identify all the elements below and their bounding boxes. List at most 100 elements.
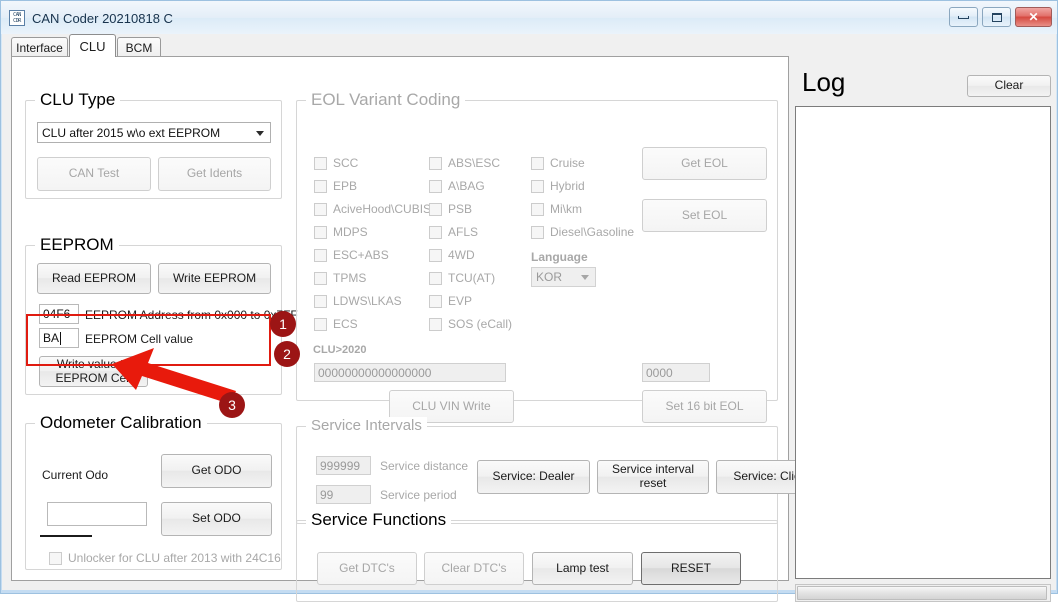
eeprom-cell-value: BA [43,331,60,345]
clu-type-title: CLU Type [35,90,121,110]
clu-type-group: CLU Type CLU after 2015 w\o ext EEPROM C… [25,90,282,199]
tab-clu[interactable]: CLU [69,34,116,57]
clu-type-value: CLU after 2015 w\o ext EEPROM [42,125,221,140]
minimize-button[interactable] [949,7,978,27]
checkbox-ldws-lkas[interactable]: LDWS\LKAS [314,294,402,308]
eeprom-cell-input[interactable]: BA [39,328,79,348]
get-odo-button[interactable]: Get ODO [161,454,272,488]
checkbox-mdps-label: MDPS [333,225,368,239]
checkbox-afls[interactable]: AFLS [429,225,478,239]
log-clear-button[interactable]: Clear [967,75,1051,97]
checkbox-abs-esc[interactable]: ABS\ESC [429,156,500,170]
get-odo-label: Get ODO [191,463,242,478]
checkbox-esc-abs[interactable]: ESC+ABS [314,248,389,262]
get-idents-button[interactable]: Get Idents [158,157,271,191]
vin-value: 00000000000000000 [318,365,432,380]
annotation-badge-3-label: 3 [228,397,236,413]
can-test-label: CAN Test [68,166,120,181]
checkbox-box-icon [314,271,327,285]
eeprom-title: EEPROM [35,235,119,255]
tab-interface-label: Interface [16,40,63,55]
application-window: CAN CDR CAN Coder 20210818 C ✕ Interface … [0,0,1058,602]
annotation-badge-2-label: 2 [283,346,291,362]
unlocker-label: Unlocker for CLU after 2013 with 24C16 [68,551,281,565]
checkbox-mdps[interactable]: MDPS [314,225,368,239]
service-distance-label: Service distance [380,459,469,473]
eeprom-address-input[interactable]: 04F6 [39,304,79,324]
service-interval-reset-button[interactable]: Service interval reset [597,460,709,494]
write-eeprom-label: Write EEPROM [172,270,257,285]
checkbox-box-icon [531,225,544,239]
set-odo-button[interactable]: Set ODO [161,502,272,536]
clear-dtc-button[interactable]: Clear DTC's [424,552,524,585]
new-odo-input[interactable] [47,502,147,526]
tab-bcm[interactable]: BCM [117,37,161,57]
checkbox-ecs[interactable]: ECS [314,317,358,331]
checkbox-abag[interactable]: A\BAG [429,179,485,193]
set-16bit-eol-button[interactable]: Set 16 bit EOL [642,390,767,423]
checkbox-sos-ecall[interactable]: SOS (eCall) [429,317,512,331]
maximize-button[interactable] [982,7,1011,27]
checkbox-epb[interactable]: EPB [314,179,357,193]
can-test-button[interactable]: CAN Test [37,157,151,191]
checkbox-tcu-at[interactable]: TCU(AT) [429,271,495,285]
checkbox-box-icon [314,156,327,170]
eol-title: EOL Variant Coding [306,90,466,110]
checkbox-diesel-gasoline-label: Diesel\Gasoline [550,225,635,239]
checkbox-hybrid-label: Hybrid [550,179,585,193]
get-dtc-button[interactable]: Get DTC's [317,552,417,585]
tab-interface[interactable]: Interface [11,37,68,57]
write-eeprom-button[interactable]: Write EEPROM [158,263,271,294]
close-button[interactable]: ✕ [1015,7,1052,27]
close-icon: ✕ [1028,10,1039,24]
service-dealer-button[interactable]: Service: Dealer [477,460,590,494]
log-horizontal-scrollbar[interactable] [795,584,1051,602]
get-eol-button[interactable]: Get EOL [642,147,767,180]
service-dealer-label: Service: Dealer [492,469,575,484]
chevron-down-icon [581,275,589,280]
checkbox-tpms-label: TPMS [333,271,367,285]
service-reset-label-line2: reset [639,476,667,490]
checkbox-box-icon [531,202,544,216]
checkbox-tpms[interactable]: TPMS [314,271,366,285]
client-area: Interface CLU BCM CLU Type CLU after 201… [2,34,1056,602]
eol-16bit-value: 0000 [646,365,673,380]
checkbox-scc[interactable]: SCC [314,156,358,170]
checkbox-acivehood-cubis[interactable]: AciveHood\CUBIS [314,202,431,216]
service-reset-label-line1: Service interval [611,462,695,477]
read-eeprom-label: Read EEPROM [51,270,137,285]
checkbox-box-icon [429,294,442,308]
checkbox-diesel-gasoline[interactable]: Diesel\Gasoline [531,225,634,239]
service-intervals-title: Service Intervals [306,417,427,434]
language-select[interactable]: KOR [531,267,596,287]
checkbox-cruise[interactable]: Cruise [531,156,585,170]
scrollbar-thumb[interactable] [797,586,1047,600]
checkbox-4wd[interactable]: 4WD [429,248,475,262]
get-eol-label: Get EOL [681,155,728,170]
unlocker-checkbox[interactable]: Unlocker for CLU after 2013 with 24C16 [49,551,281,565]
checkbox-psb[interactable]: PSB [429,202,472,216]
checkbox-box-icon [49,551,62,565]
service-distance-input[interactable]: 999999 [316,456,371,475]
checkbox-box-icon [429,202,442,216]
write-value-to-eeprom-cell-button[interactable]: Write value to EEPROM Cell [39,356,148,387]
vin-input[interactable]: 00000000000000000 [314,363,506,382]
read-eeprom-button[interactable]: Read EEPROM [37,263,151,294]
tab-bcm-label: BCM [125,40,153,55]
set-eol-button[interactable]: Set EOL [642,199,767,232]
lamp-test-button[interactable]: Lamp test [532,552,633,585]
checkbox-tcu-at-label: TCU(AT) [448,271,496,285]
checkbox-box-icon [314,294,327,308]
clu-type-select[interactable]: CLU after 2015 w\o ext EEPROM [37,122,271,143]
clu-2020-label: CLU>2020 [313,344,367,356]
checkbox-sos-ecall-label: SOS (eCall) [448,317,513,331]
reset-button[interactable]: RESET [641,552,741,585]
checkbox-scc-label: SCC [333,156,359,170]
checkbox-hybrid[interactable]: Hybrid [531,179,585,193]
checkbox-evp[interactable]: EVP [429,294,472,308]
log-output[interactable] [795,106,1051,579]
checkbox-afls-label: AFLS [448,225,479,239]
checkbox-mi-km[interactable]: Mi\km [531,202,582,216]
eol-16bit-input[interactable]: 0000 [642,363,710,382]
service-period-input[interactable]: 99 [316,485,371,504]
